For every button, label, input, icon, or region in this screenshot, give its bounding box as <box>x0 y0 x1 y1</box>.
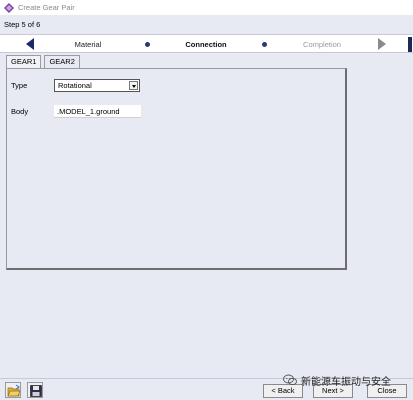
wizard-step-dot <box>145 42 150 47</box>
previous-step-arrow-icon[interactable] <box>24 38 36 50</box>
chevron-down-icon[interactable] <box>129 81 138 90</box>
gear-settings-panel: Type Rotational Body .MODEL_1.ground <box>6 68 347 270</box>
save-button[interactable] <box>27 382 43 398</box>
body-field[interactable]: .MODEL_1.ground <box>54 105 141 118</box>
wizard-nav: Material Connection Completion <box>0 34 413 53</box>
window-title: Create Gear Pair <box>18 3 75 12</box>
type-label: Type <box>11 81 28 90</box>
folder-open-icon <box>7 384 21 397</box>
gear-tabs: GEAR1 GEAR2 <box>6 55 83 69</box>
tab-gear2[interactable]: GEAR2 <box>44 55 80 68</box>
floppy-disk-icon <box>30 385 42 397</box>
wizard-step-dot <box>262 42 267 47</box>
app-icon <box>4 2 14 13</box>
watermark-text: 新能源车振动与安全 <box>301 376 391 388</box>
open-file-button[interactable] <box>5 382 21 398</box>
wizard-step-connection[interactable]: Connection <box>185 40 226 49</box>
wizard-step-completion[interactable]: Completion <box>303 40 341 49</box>
body-label: Body <box>11 107 29 116</box>
wechat-logo-icon <box>283 374 297 386</box>
step-indicator: Step 5 of 6 <box>4 20 41 29</box>
type-dropdown[interactable]: Rotational <box>54 79 140 92</box>
type-dropdown-value: Rotational <box>58 81 92 90</box>
wizard-step-material[interactable]: Material <box>75 40 102 49</box>
next-step-arrow-icon[interactable] <box>376 38 388 50</box>
watermark: 新能源车振动与安全 <box>283 373 391 388</box>
title-bar: Create Gear Pair <box>0 0 413 15</box>
tab-gear1[interactable]: GEAR1 <box>6 55 42 69</box>
wizard-edge-marker <box>408 37 412 52</box>
